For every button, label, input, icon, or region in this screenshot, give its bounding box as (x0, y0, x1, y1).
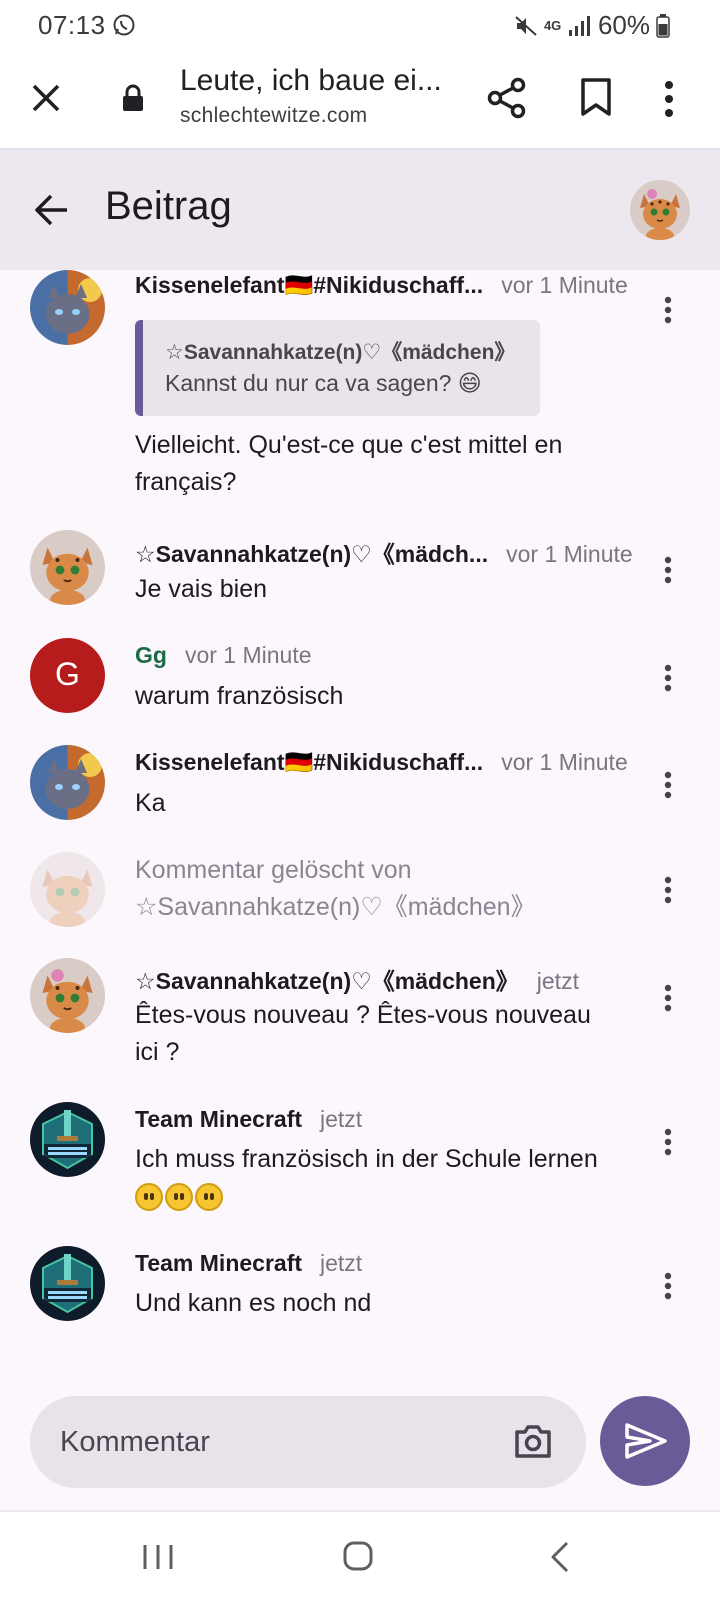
app-header: Beitrag (0, 150, 720, 270)
battery-percent: 60% (597, 10, 650, 40)
quoted-comment[interactable]: ☆Savannahkatze(n)♡《mädchen》 Kannst du nu… (135, 320, 540, 416)
avatar[interactable]: G (30, 638, 105, 713)
avatar[interactable] (30, 745, 105, 820)
deleted-comment: Kommentar gelöscht von ☆Savannahkatze(n)… (0, 852, 720, 942)
comment-text: Und kann es noch nd (135, 1289, 372, 1317)
cat-avatar-icon (30, 530, 105, 605)
neutral-face-emoji-icon (195, 1183, 223, 1212)
avatar[interactable] (30, 270, 105, 345)
comment-time: vor 1 Minute (501, 749, 628, 775)
comment-input[interactable] (60, 1418, 500, 1466)
quote-text: Kannst du nur ca va sagen? 😄 (165, 370, 482, 396)
home-icon[interactable] (342, 1540, 374, 1572)
more-vert-icon[interactable] (664, 664, 672, 692)
comment-item: Team Minecraft jetzt Ich muss französisc… (0, 1102, 720, 1232)
avatar-letter: G (55, 656, 80, 692)
status-time: 07:13 (38, 10, 106, 40)
header-title: Beitrag (105, 184, 232, 228)
whatsapp-icon (113, 14, 135, 36)
recent-apps-icon[interactable] (140, 1542, 176, 1572)
avatar[interactable] (30, 1246, 105, 1321)
comment-text: Vielleicht. Qu'est-ce que c'est mittel e… (135, 431, 563, 496)
back-arrow-icon[interactable] (32, 190, 72, 230)
comment-time: jetzt (320, 1250, 363, 1276)
cat-avatar-icon (630, 180, 690, 240)
signal-icon (568, 15, 590, 36)
deleted-notice: Kommentar gelöscht von ☆Savannahkatze(n)… (135, 856, 536, 921)
page-title[interactable]: Leute, ich baue ei... (180, 64, 442, 98)
quote-author: ☆Savannahkatze(n)♡《mädchen》 (165, 341, 516, 364)
comment-item: Kissenelefant🇩🇪#Nikiduschaff... vor 1 Mi… (0, 745, 720, 835)
comment-author[interactable]: Kissenelefant🇩🇪#Nikiduschaff... (135, 749, 483, 776)
camera-icon[interactable] (513, 1422, 553, 1460)
bookmark-icon[interactable] (578, 77, 614, 117)
more-vert-icon[interactable] (664, 771, 672, 799)
minecraft-logo-icon (30, 1246, 105, 1321)
comment-text: Ich muss französisch in der Schule lerne… (135, 1141, 625, 1215)
comment-text: Ka (135, 789, 166, 817)
more-vert-icon[interactable] (663, 79, 675, 119)
more-vert-icon[interactable] (664, 984, 672, 1012)
half-cat-avatar-icon (30, 270, 105, 345)
browser-toolbar: Leute, ich baue ei... schlechtewitze.com (0, 52, 720, 150)
status-bar: 07:13 4G 60% (0, 0, 720, 52)
more-vert-icon[interactable] (664, 1272, 672, 1300)
comment-time: vor 1 Minute (501, 272, 628, 298)
comment-item: Team Minecraft jetzt Und kann es noch nd (0, 1246, 720, 1336)
cat-avatar-icon (30, 958, 105, 1033)
comment-item: Kissenelefant🇩🇪#Nikiduschaff... vor 1 Mi… (0, 270, 720, 518)
comment-item: ☆Savannahkatze(n)♡《mädch... vor 1 Minute… (0, 530, 720, 620)
page-url[interactable]: schlechtewitze.com (180, 104, 367, 128)
comment-item: ☆Savannahkatze(n)♡《mädchen》 jetzt Êtes-v… (0, 958, 720, 1088)
half-cat-avatar-icon (30, 745, 105, 820)
comment-composer (30, 1396, 586, 1488)
comment-time: vor 1 Minute (506, 541, 633, 567)
comment-time: jetzt (536, 968, 579, 994)
comment-author[interactable]: Team Minecraft (135, 1106, 302, 1133)
more-vert-icon[interactable] (664, 1128, 672, 1156)
comment-author[interactable]: ☆Savannahkatze(n)♡《mädchen》 (135, 962, 519, 996)
comment-time: vor 1 Minute (184, 642, 312, 668)
avatar[interactable] (30, 852, 105, 927)
nav-back-icon[interactable] (548, 1540, 572, 1574)
user-avatar[interactable] (630, 180, 690, 240)
network-type: 4G (543, 18, 562, 33)
more-vert-icon[interactable] (664, 556, 672, 584)
comment-author[interactable]: Kissenelefant🇩🇪#Nikiduschaff... (135, 272, 483, 299)
comment-author[interactable]: ☆Savannahkatze(n)♡《mädch... (135, 535, 488, 569)
avatar[interactable] (30, 530, 105, 605)
avatar[interactable] (30, 1102, 105, 1177)
battery-icon (656, 13, 670, 38)
close-icon[interactable] (28, 80, 64, 116)
comment-item: G Gg vor 1 Minute warum französisch (0, 638, 720, 728)
avatar[interactable] (30, 958, 105, 1033)
comment-text: warum französisch (135, 682, 344, 710)
more-vert-icon[interactable] (664, 296, 672, 324)
cat-avatar-icon (30, 852, 105, 927)
send-icon (625, 1423, 667, 1459)
minecraft-logo-icon (30, 1102, 105, 1177)
system-nav-bar (0, 1510, 720, 1600)
send-button[interactable] (600, 1396, 690, 1486)
comment-author[interactable]: Gg (135, 642, 167, 669)
share-icon[interactable] (487, 77, 527, 119)
comment-text: Êtes-vous nouveau ? Êtes-vous nouveau ic… (135, 1001, 591, 1066)
comment-text: Je vais bien (135, 575, 268, 603)
comment-time: jetzt (320, 1106, 363, 1132)
mute-icon (515, 15, 537, 36)
neutral-face-emoji-icon (135, 1183, 163, 1212)
comment-author[interactable]: Team Minecraft (135, 1250, 302, 1277)
more-vert-icon[interactable] (664, 876, 672, 904)
neutral-face-emoji-icon (165, 1183, 193, 1212)
lock-icon[interactable] (122, 84, 144, 112)
comment-text-body: Ich muss französisch in der Schule lerne… (135, 1145, 598, 1173)
